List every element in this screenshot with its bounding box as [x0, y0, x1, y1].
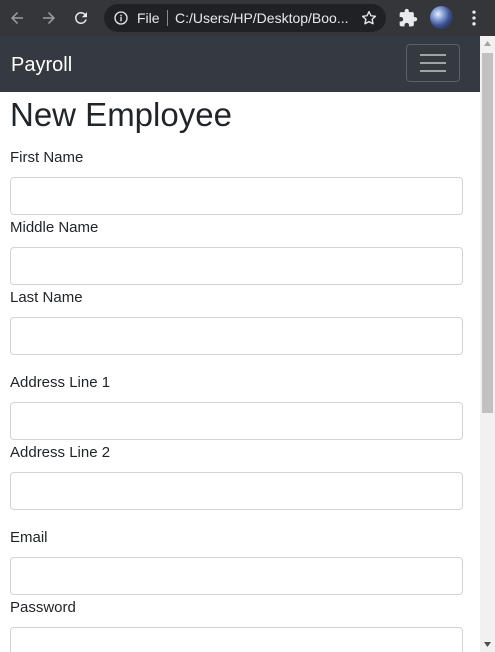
- back-button[interactable]: [6, 7, 28, 29]
- arrow-right-icon: [43, 12, 55, 24]
- arrow-left-icon: [11, 12, 23, 24]
- kebab-icon[interactable]: [464, 8, 484, 28]
- address-line-1-input[interactable]: [10, 402, 463, 440]
- url-text[interactable]: C:/Users/HP/Desktop/Boo...: [175, 10, 349, 26]
- scroll-down-button[interactable]: [480, 637, 495, 652]
- url-scheme: File: [137, 10, 160, 26]
- password-input[interactable]: [10, 627, 463, 652]
- last-name-input[interactable]: [10, 317, 463, 355]
- navbar-brand[interactable]: Payroll: [11, 53, 72, 77]
- hamburger-icon: [420, 54, 446, 72]
- browser-toolbar: File C:/Users/HP/Desktop/Boo...: [0, 0, 495, 36]
- middle-name-label: Middle Name: [10, 219, 99, 236]
- star-icon[interactable]: [360, 9, 378, 27]
- last-name-label: Last Name: [10, 289, 83, 306]
- address-line-1-label: Address Line 1: [10, 374, 111, 391]
- address-divider: [167, 10, 168, 26]
- scroll-thumb[interactable]: [482, 53, 493, 413]
- triangle-down-icon: [484, 642, 491, 647]
- triangle-up-icon: [484, 41, 491, 46]
- site-navbar: Payroll: [0, 36, 480, 92]
- reload-button[interactable]: [70, 7, 92, 29]
- navbar-toggle-button[interactable]: [406, 44, 460, 82]
- page-scrollbar[interactable]: [480, 36, 495, 652]
- first-name-input[interactable]: [10, 177, 463, 215]
- reload-icon: [74, 11, 87, 24]
- address-bar[interactable]: File C:/Users/HP/Desktop/Boo...: [104, 4, 386, 32]
- address-line-2-label: Address Line 2: [10, 444, 111, 461]
- email-input[interactable]: [10, 557, 463, 595]
- middle-name-input[interactable]: [10, 247, 463, 285]
- puzzle-icon[interactable]: [398, 8, 418, 28]
- info-icon[interactable]: [113, 10, 129, 26]
- email-label: Email: [10, 529, 48, 546]
- address-line-2-input[interactable]: [10, 472, 463, 510]
- forward-button[interactable]: [38, 7, 60, 29]
- page-title: New Employee: [10, 96, 232, 133]
- profile-avatar[interactable]: [430, 6, 453, 29]
- password-label: Password: [10, 599, 76, 616]
- first-name-label: First Name: [10, 149, 84, 166]
- scroll-up-button[interactable]: [480, 36, 495, 51]
